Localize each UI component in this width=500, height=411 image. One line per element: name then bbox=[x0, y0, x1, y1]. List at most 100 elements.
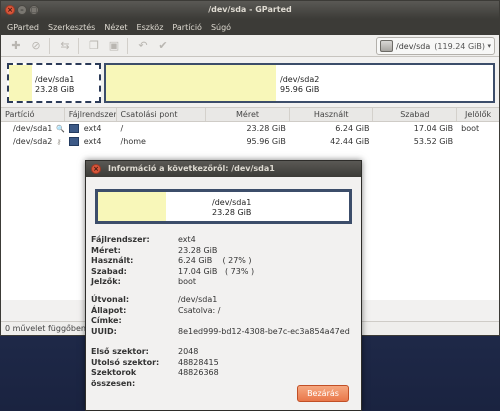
partition-info-dialog: × Információ a következőről: /dev/sda1 /… bbox=[85, 160, 362, 411]
column-header-flags[interactable]: Jelölők bbox=[457, 108, 499, 121]
info-key: UUID: bbox=[91, 326, 117, 336]
device-size: (119.24 GiB) bbox=[434, 41, 485, 51]
close-button[interactable]: Bezárás bbox=[297, 385, 349, 402]
fs-color-swatch bbox=[68, 124, 79, 133]
graph-partition-size: 95.96 GiB bbox=[280, 85, 320, 94]
cell-flags: boot bbox=[461, 124, 480, 133]
info-key: Szabad: bbox=[91, 266, 127, 276]
info-value: 48826368 bbox=[178, 368, 219, 378]
used-space-bar bbox=[98, 192, 166, 221]
partition-table-header: Partíció Fájlrendszer Csatolási pont Mér… bbox=[1, 108, 499, 122]
menu-edit[interactable]: Szerkesztés bbox=[48, 23, 95, 32]
cell-free: 53.52 GiB bbox=[413, 137, 454, 146]
info-row: Címke: bbox=[91, 316, 350, 327]
info-key: Állapot: bbox=[91, 305, 127, 315]
graph-partition-size: 23.28 GiB bbox=[35, 85, 75, 94]
info-value: 17.04 GiB ( 73% ) bbox=[178, 266, 255, 276]
apply-icon[interactable]: ✔ bbox=[156, 39, 170, 53]
column-header-filesystem[interactable]: Fájlrendszer bbox=[65, 108, 117, 121]
info-row: Állapot: Csatolva: / bbox=[91, 306, 350, 317]
cell-used: 42.44 GiB bbox=[330, 137, 370, 146]
partition-name: /dev/sda2 bbox=[13, 137, 53, 146]
graph-partition-label: /dev/sda1 23.28 GiB bbox=[35, 75, 74, 95]
used-space-bar bbox=[9, 65, 32, 101]
info-key: Első szektor: bbox=[91, 347, 149, 356]
chevron-down-icon: ▾ bbox=[487, 42, 491, 50]
info-key: Használt: bbox=[91, 256, 134, 266]
info-value: boot bbox=[178, 277, 197, 287]
device-name: /dev/sda bbox=[396, 41, 431, 51]
delete-partition-icon[interactable]: ⊘ bbox=[29, 39, 43, 53]
sector-info-block: Első szektor: 2048 Utolsó szektor: 4882841… bbox=[91, 347, 219, 388]
info-row: UUID: 8e1ed999-bd12-4308-be7c-ec3a854a47e… bbox=[91, 327, 350, 338]
toolbar-separator bbox=[78, 37, 79, 54]
dialog-titlebar: × Információ a következőről: /dev/sda1 bbox=[86, 161, 361, 177]
cell-mountpoint: /home bbox=[120, 137, 146, 146]
device-selector[interactable]: /dev/sda (119.24 GiB) ▾ bbox=[376, 37, 495, 55]
copy-icon[interactable]: ❐ bbox=[87, 39, 101, 53]
cell-free: 17.04 GiB bbox=[413, 124, 454, 133]
graph-partition-sda1[interactable]: /dev/sda1 23.28 GiB bbox=[7, 63, 101, 103]
graph-partition-name: /dev/sda1 bbox=[35, 75, 75, 84]
info-row: Jelzők: boot bbox=[91, 277, 254, 288]
menu-gparted[interactable]: GParted bbox=[7, 23, 39, 32]
cell-mountpoint: / bbox=[120, 124, 124, 133]
info-key: Utolsó szektor: bbox=[91, 357, 160, 367]
info-row: Útvonal: /dev/sda1 bbox=[91, 295, 350, 306]
column-header-mountpoint[interactable]: Csatolási pont bbox=[117, 108, 207, 121]
new-partition-icon[interactable]: ✚ bbox=[9, 39, 23, 53]
column-header-used[interactable]: Használt bbox=[290, 108, 374, 121]
used-space-bar bbox=[106, 65, 276, 101]
info-value: 6.24 GiB ( 27% ) bbox=[178, 256, 252, 266]
graph-partition-size: 23.28 GiB bbox=[212, 208, 252, 217]
path-info-block: Útvonal: /dev/sda1 Állapot: Csatolva: / Cí… bbox=[91, 295, 350, 337]
column-header-free[interactable]: Szabad bbox=[373, 108, 458, 121]
menu-view[interactable]: Nézet bbox=[104, 23, 127, 32]
info-row: Fájlrendszer: ext4 bbox=[91, 235, 254, 246]
dialog-title: Információ a következőről: /dev/sda1 bbox=[108, 164, 275, 173]
cell-size: 95.96 GiB bbox=[246, 137, 286, 146]
graph-partition-name: /dev/sda2 bbox=[280, 75, 320, 84]
menu-partition[interactable]: Partíció bbox=[172, 23, 202, 32]
info-value: /dev/sda1 bbox=[178, 295, 218, 304]
info-row: Első szektor: 2048 bbox=[91, 347, 219, 358]
info-row: Szektorok összesen: 48826368 bbox=[91, 368, 219, 388]
table-row[interactable]: /dev/sda2 ⚷ ext4 /home 95.96 GiB 42.44 G… bbox=[1, 135, 499, 148]
menu-help[interactable]: Súgó bbox=[211, 23, 231, 32]
info-value: 48828415 bbox=[178, 357, 219, 367]
graph-partition-label: /dev/sda1 23.28 GiB bbox=[212, 198, 251, 218]
cell-filesystem: ext4 bbox=[65, 137, 117, 146]
info-row: Szabad: 17.04 GiB ( 73% ) bbox=[91, 267, 254, 278]
column-header-partition[interactable]: Partíció bbox=[1, 108, 65, 121]
info-row: Méret: 23.28 GiB bbox=[91, 246, 254, 257]
table-row[interactable]: /dev/sda1 🔍 ext4 / 23.28 GiB 6.24 GiB 17… bbox=[1, 122, 499, 135]
menu-device[interactable]: Eszköz bbox=[137, 23, 164, 32]
cell-partition: /dev/sda1 🔍 bbox=[1, 124, 65, 133]
dialog-close-icon[interactable]: × bbox=[91, 164, 101, 174]
resize-move-icon[interactable]: ⇆ bbox=[58, 39, 72, 53]
toolbar-separator bbox=[127, 37, 128, 54]
undo-icon[interactable]: ↶ bbox=[136, 39, 150, 53]
fs-name: ext4 bbox=[83, 124, 102, 133]
info-key: Jelzők: bbox=[91, 277, 121, 287]
info-key: Útvonal: bbox=[91, 295, 130, 304]
graph-partition-sda2[interactable]: /dev/sda2 95.96 GiB bbox=[104, 63, 495, 103]
key-icon: ⚷ bbox=[56, 137, 62, 146]
column-header-size[interactable]: Méret bbox=[206, 108, 290, 121]
info-value: 8e1ed999-bd12-4308-be7c-ec3a854a47ed bbox=[178, 326, 350, 336]
lock-icon: 🔍 bbox=[56, 124, 65, 133]
toolbar: ✚ ⊘ ⇆ ❐ ▣ ↶ ✔ /dev/sda (119.24 GiB) ▾ bbox=[1, 35, 499, 57]
info-value: Csatolva: / bbox=[178, 305, 221, 315]
graph-partition-label: /dev/sda2 95.96 GiB bbox=[280, 75, 319, 95]
harddisk-icon bbox=[380, 40, 393, 52]
filesystem-info-block: Fájlrendszer: ext4 Méret: 23.28 GiB Haszná… bbox=[91, 235, 254, 288]
menubar: GParted Szerkesztés Nézet Eszköz Partíci… bbox=[1, 19, 499, 35]
window-titlebar: × – □ /dev/sda - GParted bbox=[1, 1, 499, 19]
paste-icon[interactable]: ▣ bbox=[107, 39, 121, 53]
info-row: Használt: 6.24 GiB ( 27% ) bbox=[91, 256, 254, 267]
partition-graph: /dev/sda1 23.28 GiB /dev/sda2 95.96 GiB bbox=[1, 57, 499, 108]
cell-used: 6.24 GiB bbox=[335, 124, 370, 133]
partition-name: /dev/sda1 bbox=[13, 124, 53, 133]
info-value: 2048 bbox=[178, 347, 199, 356]
info-key: Címke: bbox=[91, 316, 122, 326]
